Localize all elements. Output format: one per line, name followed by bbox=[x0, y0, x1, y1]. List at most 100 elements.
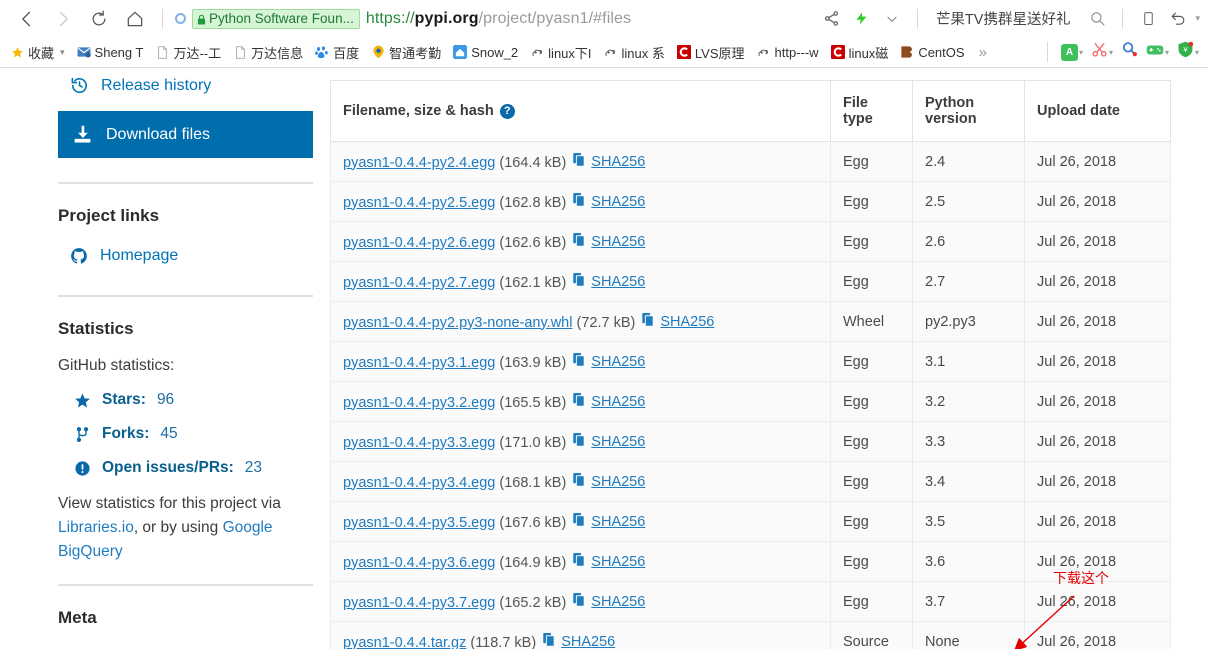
bookmark-item[interactable]: LVS原理 bbox=[671, 40, 751, 64]
reload-button[interactable] bbox=[82, 4, 116, 34]
file-download-link[interactable]: pyasn1-0.4.4.tar.gz bbox=[343, 635, 466, 649]
wallet-yen-extension[interactable]: ¥ ▾ bbox=[1174, 41, 1202, 63]
search-magnifier-extension[interactable] bbox=[1118, 41, 1141, 63]
file-download-link[interactable]: pyasn1-0.4.4-py3.2.egg bbox=[343, 395, 495, 411]
file-download-link[interactable]: pyasn1-0.4.4-py2.7.egg bbox=[343, 275, 495, 291]
game-controller-extension[interactable]: ▾ bbox=[1143, 43, 1172, 62]
copy-hash-link[interactable]: SHA256 bbox=[573, 432, 645, 451]
undo-caret-icon[interactable]: ▾ bbox=[1195, 13, 1200, 24]
address-bar[interactable]: Python Software Foun... https://pypi.org… bbox=[173, 8, 817, 29]
copy-hash-link[interactable]: SHA256 bbox=[573, 592, 646, 611]
chevron-down-icon[interactable]: ▾ bbox=[1195, 48, 1199, 57]
cell-pyversion: 3.7 bbox=[912, 581, 1025, 622]
file-download-link[interactable]: pyasn1-0.4.4-py2.py3-none-any.whl bbox=[343, 315, 572, 331]
file-download-link[interactable]: pyasn1-0.4.4-py3.1.egg bbox=[343, 355, 495, 371]
bookmark-item[interactable]: Sheng T bbox=[71, 40, 150, 64]
mobile-view-icon[interactable] bbox=[1135, 6, 1161, 32]
chevron-down-icon[interactable]: ▾ bbox=[1109, 48, 1113, 57]
bookmarks-bar: 收藏 ▾ Sheng T 万达--工 万达信息 百度 智通考勤 Snow_2 l… bbox=[0, 37, 1208, 68]
bookmark-item[interactable]: 万达--工 bbox=[149, 40, 227, 64]
chevron-down-icon[interactable]: ▾ bbox=[1165, 48, 1169, 57]
copy-hash-link[interactable]: SHA256 bbox=[573, 392, 645, 411]
lock-icon bbox=[197, 13, 206, 24]
copy-icon bbox=[573, 352, 586, 371]
file-download-link[interactable]: pyasn1-0.4.4-py2.6.egg bbox=[343, 235, 495, 251]
cell-filetype: Egg bbox=[830, 221, 913, 262]
back-button[interactable] bbox=[10, 4, 44, 34]
screenshot-scissors-extension[interactable]: ▾ bbox=[1088, 41, 1116, 63]
stat-label: Forks: bbox=[102, 425, 150, 443]
file-download-link[interactable]: pyasn1-0.4.4-py3.7.egg bbox=[343, 595, 495, 611]
copy-hash-link[interactable]: SHA256 bbox=[573, 272, 646, 291]
stat-value: 96 bbox=[156, 391, 175, 409]
bookmark-item[interactable]: 智通考勤 bbox=[365, 40, 447, 64]
copy-hash-link[interactable]: SHA256 bbox=[573, 472, 645, 491]
share-icon[interactable] bbox=[819, 6, 845, 32]
history-icon bbox=[70, 76, 89, 95]
libraries-io-link[interactable]: Libraries.io bbox=[58, 519, 134, 536]
cell-filetype: Egg bbox=[830, 461, 913, 502]
lightning-icon[interactable] bbox=[849, 6, 875, 32]
file-download-link[interactable]: pyasn1-0.4.4-py2.5.egg bbox=[343, 195, 495, 211]
hash-label: SHA256 bbox=[591, 273, 646, 290]
site-identity-badge[interactable]: Python Software Foun... bbox=[192, 8, 360, 29]
home-button[interactable] bbox=[118, 4, 152, 34]
sidebar-item-download-files[interactable]: Download files bbox=[58, 111, 313, 159]
sidebar-item-release-history[interactable]: Release history bbox=[58, 68, 305, 103]
chevron-down-icon[interactable] bbox=[879, 6, 905, 32]
copy-hash-link[interactable]: SHA256 bbox=[642, 312, 714, 331]
sheep-icon bbox=[530, 45, 544, 59]
undo-icon[interactable] bbox=[1165, 6, 1191, 32]
copy-icon bbox=[573, 552, 586, 571]
bookmarks-overflow-icon[interactable]: » bbox=[971, 44, 995, 61]
bookmark-item[interactable]: linux 系 bbox=[598, 40, 671, 64]
hash-label: SHA256 bbox=[591, 593, 646, 610]
cell-pyversion: py2.py3 bbox=[912, 301, 1025, 342]
url-path: /project/pyasn1/#files bbox=[478, 9, 632, 27]
copy-hash-link[interactable]: SHA256 bbox=[573, 232, 645, 251]
copy-hash-link[interactable]: SHA256 bbox=[573, 352, 645, 371]
file-download-link[interactable]: pyasn1-0.4.4-py2.4.egg bbox=[343, 155, 495, 171]
file-download-link[interactable]: pyasn1-0.4.4-py3.3.egg bbox=[343, 435, 495, 451]
star-icon bbox=[74, 392, 91, 409]
file-download-link[interactable]: pyasn1-0.4.4-py3.4.egg bbox=[343, 475, 495, 491]
search-icon[interactable] bbox=[1084, 6, 1110, 32]
bookmark-item[interactable]: Snow_2 bbox=[447, 40, 524, 64]
file-download-link[interactable]: pyasn1-0.4.4-py3.6.egg bbox=[343, 555, 495, 571]
bookmark-item[interactable]: linux磁 bbox=[825, 40, 895, 64]
extensions-group: A ▾ ▾ ▾ ¥ ▾ bbox=[1039, 41, 1202, 63]
stat-forks: Forks: 45 bbox=[58, 425, 305, 443]
url-text[interactable]: https://pypi.org/project/pyasn1/#files bbox=[366, 10, 631, 28]
bookmark-item[interactable]: http---w bbox=[751, 40, 825, 64]
copy-icon bbox=[543, 632, 556, 649]
cell-filename: pyasn1-0.4.4-py2.py3-none-any.whl (72.7 … bbox=[330, 301, 831, 342]
chevron-down-icon[interactable]: ▾ bbox=[1079, 48, 1083, 57]
bookmark-item[interactable]: 百度 bbox=[309, 40, 365, 64]
cell-uploaddate: Jul 26, 2018 bbox=[1024, 181, 1171, 222]
copy-hash-link[interactable]: SHA256 bbox=[573, 152, 645, 171]
chevron-down-icon[interactable]: ▾ bbox=[60, 47, 65, 58]
bookmark-favorites[interactable]: 收藏 ▾ bbox=[4, 40, 71, 64]
page-icon bbox=[233, 45, 247, 59]
sidebar-item-homepage[interactable]: Homepage bbox=[58, 238, 305, 273]
copy-hash-link[interactable]: SHA256 bbox=[543, 632, 615, 649]
promo-text[interactable]: 芒果TV携群星送好礼 bbox=[930, 8, 1081, 29]
copy-hash-link[interactable]: SHA256 bbox=[573, 552, 645, 571]
file-download-link[interactable]: pyasn1-0.4.4-py3.5.egg bbox=[343, 515, 495, 531]
copy-hash-link[interactable]: SHA256 bbox=[573, 192, 645, 211]
translate-extension[interactable]: A ▾ bbox=[1058, 43, 1086, 61]
toolbar-divider-2 bbox=[916, 8, 918, 29]
cell-pyversion: 3.1 bbox=[912, 341, 1025, 382]
browser-toolbar: Python Software Foun... https://pypi.org… bbox=[0, 0, 1208, 37]
page-info-icon[interactable] bbox=[175, 13, 186, 24]
forward-button[interactable] bbox=[46, 4, 80, 34]
bookmark-item[interactable]: 万达信息 bbox=[227, 40, 309, 64]
bookmark-item[interactable]: CentOS bbox=[894, 40, 970, 64]
gamepad-icon bbox=[1146, 43, 1164, 62]
copy-icon bbox=[642, 312, 655, 331]
help-icon[interactable]: ? bbox=[499, 103, 515, 119]
bookmark-item[interactable]: linux下I bbox=[524, 40, 597, 64]
cell-uploaddate: Jul 26, 2018 bbox=[1024, 461, 1171, 502]
copy-hash-link[interactable]: SHA256 bbox=[573, 512, 645, 531]
cell-uploaddate: Jul 26, 2018 bbox=[1024, 621, 1171, 649]
